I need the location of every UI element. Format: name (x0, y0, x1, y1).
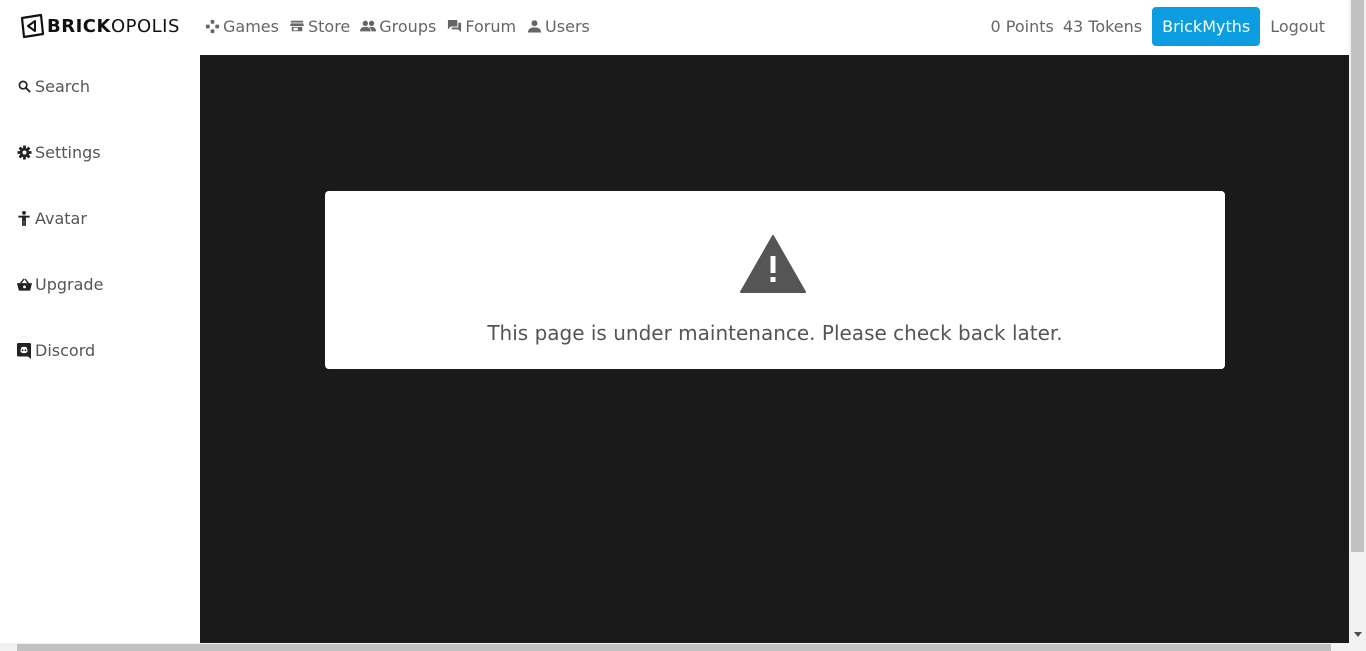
groups-icon (360, 18, 377, 34)
nav-groups-label: Groups (379, 16, 437, 36)
nav-groups[interactable]: Groups (360, 17, 436, 36)
horizontal-scrollbar[interactable] (0, 643, 1366, 651)
nav-store[interactable]: Store (289, 17, 350, 36)
sidebar-item-upgrade[interactable]: Upgrade (16, 275, 103, 294)
discord-icon (16, 342, 32, 359)
scroll-down-arrow-icon[interactable] (1349, 626, 1366, 643)
avatar-icon (16, 211, 32, 227)
nav-users-label: Users (545, 16, 590, 36)
nav-forum[interactable]: Forum (446, 17, 516, 36)
horizontal-scrollbar-thumb[interactable] (17, 644, 1331, 651)
sidebar-item-label: Search (35, 77, 90, 96)
user-icon (526, 18, 542, 34)
main-nav: Games Store Groups Forum Users (204, 0, 600, 52)
search-icon (16, 79, 32, 95)
store-icon (289, 18, 305, 34)
forum-icon (446, 18, 462, 34)
profile-button[interactable]: BrickMyths (1152, 6, 1261, 46)
tokens-count[interactable]: 43 Tokens (1063, 17, 1142, 36)
brand-name: BRICKOPOLIS (47, 15, 180, 37)
warning-icon (740, 235, 806, 293)
gamepad-icon (204, 18, 220, 34)
sidebar-item-search[interactable]: Search (16, 77, 90, 96)
nav-store-label: Store (307, 16, 351, 36)
points-count[interactable]: 0 Points (990, 17, 1053, 36)
sidebar-item-settings[interactable]: Settings (16, 143, 101, 162)
brand-logo[interactable]: BRICKOPOLIS (19, 12, 180, 40)
main-content: This page is under maintenance. Please c… (200, 55, 1349, 643)
maintenance-card: This page is under maintenance. Please c… (325, 191, 1225, 369)
vertical-scrollbar[interactable] (1349, 0, 1366, 643)
vertical-scrollbar-thumb[interactable] (1351, 0, 1364, 552)
sidebar-item-label: Upgrade (35, 275, 104, 294)
basket-icon (16, 277, 32, 293)
nav-games[interactable]: Games (204, 17, 279, 36)
nav-users[interactable]: Users (526, 17, 590, 36)
sidebar-item-label: Discord (35, 341, 96, 360)
sidebar-item-label: Settings (35, 143, 101, 162)
nav-forum-label: Forum (465, 16, 517, 36)
gear-icon (16, 145, 32, 161)
sidebar-item-discord[interactable]: Discord (16, 341, 95, 360)
brickopolis-logo-icon (20, 13, 45, 39)
nav-games-label: Games (223, 16, 279, 36)
sidebar-item-label: Avatar (35, 209, 87, 228)
sidebar-item-avatar[interactable]: Avatar (16, 209, 87, 228)
maintenance-message: This page is under maintenance. Please c… (487, 321, 1063, 345)
account-area: 0 Points 43 Tokens BrickMyths Logout (990, 0, 1325, 52)
sidebar: Search Settings Avatar Upgrade Discord (0, 55, 200, 643)
top-navbar: BRICKOPOLIS Games Store Groups Forum Use… (0, 0, 1349, 55)
logout-link[interactable]: Logout (1270, 17, 1325, 36)
